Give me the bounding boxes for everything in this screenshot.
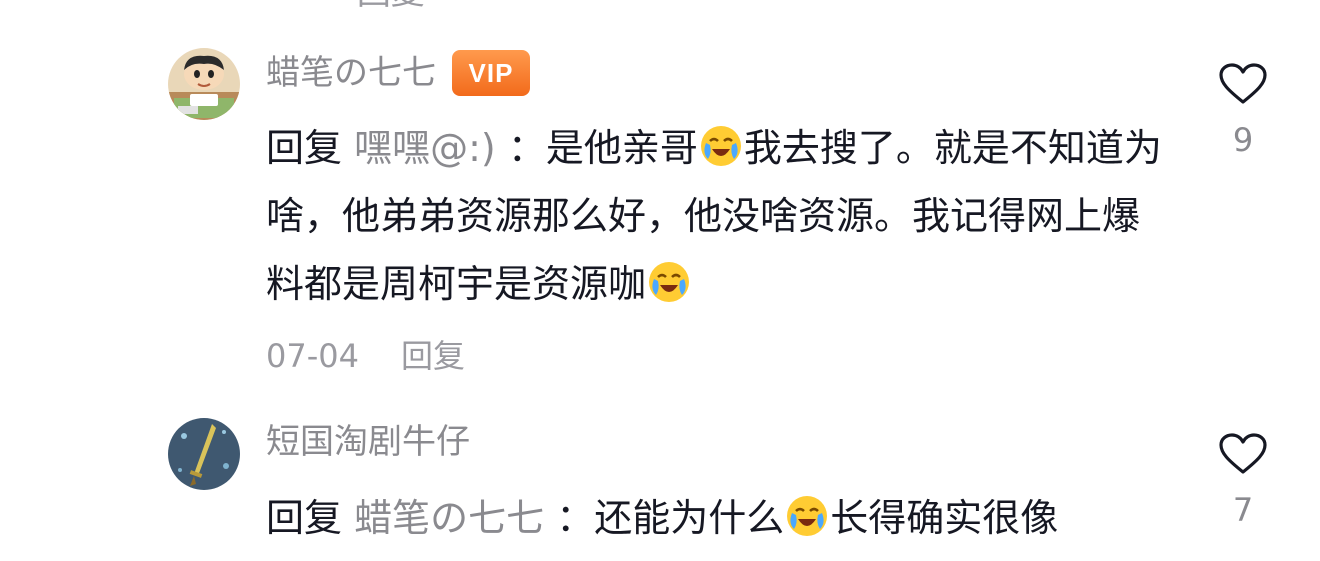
reply-target-username[interactable]: 嘿嘿@:): [354, 126, 496, 170]
comment-text-part-1: 是他亲哥: [545, 126, 698, 170]
heart-outline-icon: [1219, 433, 1267, 474]
crying-laughing-emoji-icon: [784, 492, 830, 538]
username[interactable]: 蜡笔の七七: [266, 51, 436, 95]
comment-text-part-1: 还能为什么: [594, 496, 785, 540]
like-button[interactable]: 7: [1216, 432, 1270, 530]
reply-separator: ：: [556, 496, 595, 540]
reply-separator: ：: [507, 126, 546, 170]
heart-outline-icon: [1219, 63, 1267, 104]
avatar[interactable]: [168, 418, 240, 490]
username[interactable]: 短国淘剧牛仔: [266, 420, 470, 464]
sword-avatar-icon: [168, 418, 240, 490]
like-count: 7: [1232, 491, 1254, 529]
previous-comment-meta: — 回复: [266, 0, 471, 10]
crying-laughing-emoji-icon: [698, 122, 744, 168]
username-row: 短国淘剧牛仔: [266, 420, 470, 464]
like-count: 9: [1232, 121, 1254, 159]
comment-text: 回复 嘿嘿@:) ：是他亲哥 我去搜了。就是不知道为啥，他弟弟资源那么好，他没啥…: [266, 114, 1166, 318]
reply-prefix: 回复: [266, 496, 343, 540]
comment-text: 回复 蜡笔の七七 ：还能为什么 长得确实很像: [266, 484, 1166, 552]
username-row: 蜡笔の七七 VIP: [266, 50, 530, 96]
comment-text-part-2: 长得确实很像: [830, 496, 1059, 540]
comment-meta: 07-04 回复: [266, 336, 465, 376]
comment-date: 07-04: [266, 337, 359, 375]
previous-comment-reply-button[interactable]: 回复: [357, 0, 425, 13]
vip-badge: VIP: [452, 50, 530, 96]
avatar[interactable]: [168, 48, 240, 120]
reply-prefix: 回复: [266, 126, 343, 170]
like-button[interactable]: 9: [1216, 62, 1270, 160]
crying-laughing-emoji-icon: [646, 258, 692, 304]
cartoon-boy-avatar-icon: [168, 48, 240, 120]
reply-button[interactable]: 回复: [401, 336, 465, 376]
previous-comment-date: —: [266, 0, 300, 13]
reply-target-username[interactable]: 蜡笔の七七: [354, 496, 544, 540]
